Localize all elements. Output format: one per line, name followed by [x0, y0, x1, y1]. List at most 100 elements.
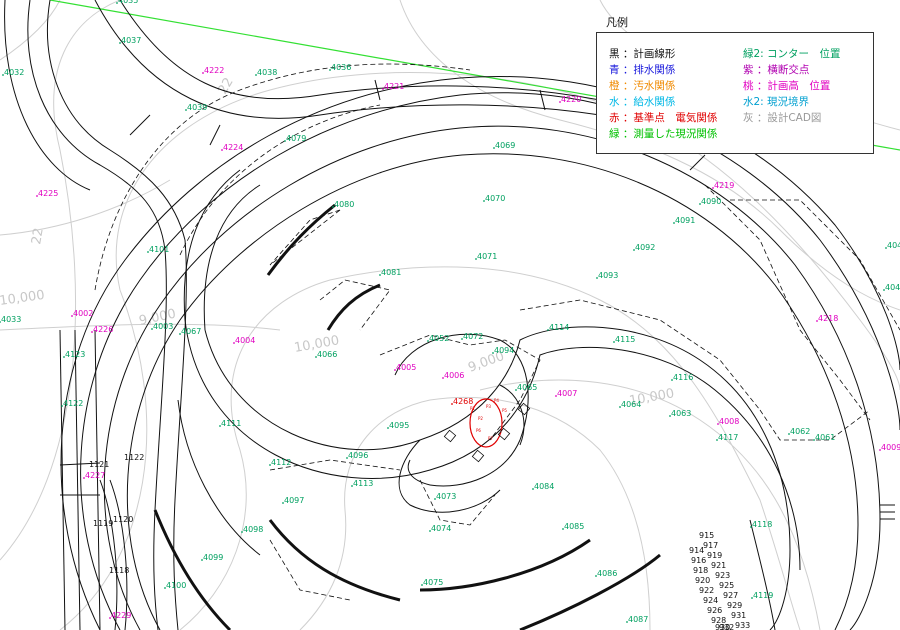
survey-point-4116[interactable]: 4116 — [673, 373, 693, 382]
section-point-4007[interactable]: 4007 — [557, 389, 577, 398]
plan-point-922[interactable]: 922 — [699, 586, 714, 595]
survey-point-4079[interactable]: 4079 — [286, 134, 306, 143]
survey-point-4036[interactable]: 4036 — [331, 63, 351, 72]
survey-point-4033[interactable]: 4033 — [1, 315, 21, 324]
survey-point-4119[interactable]: 4119 — [753, 591, 773, 600]
survey-point-4112[interactable]: 4112 — [271, 458, 291, 467]
survey-point-4066[interactable]: 4066 — [317, 350, 337, 359]
survey-point-4045[interactable]: 4045 — [885, 283, 900, 292]
survey-point-4032[interactable]: 4032 — [4, 68, 24, 77]
survey-point-4046[interactable]: 4046 — [887, 241, 900, 250]
survey-point-4035[interactable]: 4035 — [118, 0, 138, 5]
plan-point-925[interactable]: 925 — [719, 581, 734, 590]
plan-point-914[interactable]: 914 — [689, 546, 704, 555]
plan-point-1122[interactable]: 1122 — [124, 453, 144, 462]
plan-point-919[interactable]: 919 — [707, 551, 722, 560]
survey-point-4117[interactable]: 4117 — [718, 433, 738, 442]
survey-point-4072[interactable]: 4072 — [463, 332, 483, 341]
survey-point-4070[interactable]: 4070 — [485, 194, 505, 203]
plan-point-1120[interactable]: 1120 — [113, 515, 133, 524]
survey-point-4085[interactable]: 4085 — [564, 522, 584, 531]
section-point-4221[interactable]: 4221 — [384, 82, 404, 91]
survey-point-4091[interactable]: 4091 — [675, 216, 695, 225]
benchmark-point-4268[interactable]: 4268 — [453, 397, 473, 406]
section-point-4224[interactable]: 4224 — [223, 143, 243, 152]
section-point-4226[interactable]: 4226 — [93, 325, 113, 334]
survey-point-4122[interactable]: 4122 — [63, 399, 83, 408]
survey-point-4086[interactable]: 4086 — [597, 569, 617, 578]
plan-point-926[interactable]: 926 — [707, 606, 722, 615]
survey-point-4123[interactable]: 4123 — [65, 350, 85, 359]
survey-point-4037[interactable]: 4037 — [121, 36, 141, 45]
survey-point-4087[interactable]: 4087 — [628, 615, 648, 624]
survey-point-4073[interactable]: 4073 — [436, 492, 456, 501]
plan-point-933[interactable]: 933 — [735, 621, 750, 630]
survey-point-4095[interactable]: 4095 — [389, 421, 409, 430]
section-point-4220[interactable]: 4220 — [561, 95, 581, 104]
survey-point-4118[interactable]: 4118 — [752, 520, 772, 529]
plan-point-927[interactable]: 927 — [723, 591, 738, 600]
section-point-4009[interactable]: 4009 — [881, 443, 900, 452]
section-point-4006[interactable]: 4006 — [444, 371, 464, 380]
survey-point-4094[interactable]: 4094 — [494, 346, 514, 355]
survey-point-4067[interactable]: 4067 — [181, 327, 201, 336]
survey-point-4074[interactable]: 4074 — [431, 524, 451, 533]
plan-point-1118[interactable]: 1118 — [109, 566, 129, 575]
survey-point-4115[interactable]: 4115 — [615, 335, 635, 344]
survey-point-4062[interactable]: 4062 — [790, 427, 810, 436]
plan-point-920[interactable]: 920 — [695, 576, 710, 585]
plan-point-923[interactable]: 923 — [715, 571, 730, 580]
section-point-4008[interactable]: 4008 — [719, 417, 739, 426]
section-point-4222[interactable]: 4222 — [204, 66, 224, 75]
plan-point-916[interactable]: 916 — [691, 556, 706, 565]
plan-point-929[interactable]: 929 — [727, 601, 742, 610]
survey-point-4064[interactable]: 4064 — [621, 400, 641, 409]
survey-point-4038[interactable]: 4038 — [257, 68, 277, 77]
plan-point-931[interactable]: 931 — [731, 611, 746, 620]
survey-point-4099[interactable]: 4099 — [203, 553, 223, 562]
survey-point-4080[interactable]: 4080 — [334, 200, 354, 209]
survey-point-4003[interactable]: 4003 — [153, 322, 173, 331]
survey-point-4039[interactable]: 4039 — [187, 103, 207, 112]
legend-entry-black: 黒 ：計画線形 — [609, 48, 676, 60]
survey-point-4061[interactable]: 4061 — [815, 433, 835, 442]
section-point-4218[interactable]: 4218 — [818, 314, 838, 323]
section-point-4005[interactable]: 4005 — [396, 363, 416, 372]
survey-point-4075[interactable]: 4075 — [423, 578, 443, 587]
survey-point-4098[interactable]: 4098 — [243, 525, 263, 534]
plan-point-924[interactable]: 924 — [703, 596, 718, 605]
survey-point-4063[interactable]: 4063 — [671, 409, 691, 418]
section-point-4225[interactable]: 4225 — [38, 189, 58, 198]
survey-point-4052[interactable]: 4052 — [429, 334, 449, 343]
survey-point-4065[interactable]: 4065 — [517, 383, 537, 392]
survey-point-4101[interactable]: 4101 — [149, 245, 169, 254]
survey-point-4093[interactable]: 4093 — [598, 271, 618, 280]
plan-point-1121[interactable]: 1121 — [89, 460, 109, 469]
survey-point-4114[interactable]: 4114 — [549, 323, 569, 332]
legend-entry-green2: 緑2: コンター 位置 — [743, 48, 841, 60]
survey-point-4090[interactable]: 4090 — [701, 197, 721, 206]
section-point-4002[interactable]: 4002 — [73, 309, 93, 318]
plan-point-921[interactable]: 921 — [711, 561, 726, 570]
survey-point-4100[interactable]: 4100 — [166, 581, 186, 590]
survey-point-4081[interactable]: 4081 — [381, 268, 401, 277]
survey-point-4069[interactable]: 4069 — [495, 141, 515, 150]
survey-point-4071[interactable]: 4071 — [477, 252, 497, 261]
section-point-4229[interactable]: 4229 — [111, 611, 131, 620]
survey-point-4111[interactable]: 4111 — [221, 419, 241, 428]
section-point-4227[interactable]: 4227 — [85, 471, 105, 480]
survey-point-4084[interactable]: 4084 — [534, 482, 554, 491]
map-viewport[interactable]: 10,000 9,000 10,000 9,000 10,000 22 22 4… — [0, 0, 900, 630]
section-point-4219[interactable]: 4219 — [714, 181, 734, 190]
plan-point-1119[interactable]: 1119 — [93, 519, 113, 528]
survey-point-4096[interactable]: 4096 — [348, 451, 368, 460]
survey-point-4092[interactable]: 4092 — [635, 243, 655, 252]
plan-point-918[interactable]: 918 — [693, 566, 708, 575]
survey-point-4113[interactable]: 4113 — [353, 479, 373, 488]
plan-point-932[interactable]: 932 — [719, 623, 734, 630]
survey-point-4097[interactable]: 4097 — [284, 496, 304, 505]
section-point-4004[interactable]: 4004 — [235, 336, 255, 345]
plan-point-917[interactable]: 917 — [703, 541, 718, 550]
plan-point-915[interactable]: 915 — [699, 531, 714, 540]
legend-entry-cyan: 水 ：給水関係 — [609, 96, 676, 108]
